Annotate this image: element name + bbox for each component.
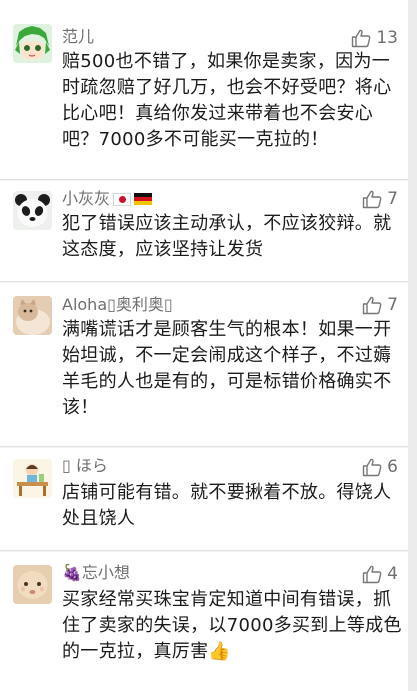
like-count: 6 xyxy=(387,457,398,477)
comment-author[interactable]: 范儿 xyxy=(62,27,94,47)
like-count: 7 xyxy=(387,189,398,209)
comment-text: 满嘴谎话才是顾客生气的根本！如果一开始坦诚，不一定会闹成这个样子，不过薅羊毛的人… xyxy=(62,319,392,418)
comment-card: 小灰灰 7 犯了错误应该主动承认，不应该狡辩。就这态度，应该坚持让发货 xyxy=(0,181,408,282)
thumbs-up-icon xyxy=(362,458,382,476)
thumbs-up-icon xyxy=(362,565,382,583)
comment-author[interactable]: 🍇忘小想 xyxy=(62,563,130,583)
thumbs-up-icon xyxy=(362,296,382,314)
cat-photo-avatar[interactable] xyxy=(13,296,52,335)
comment-card: 范儿 13 赔500也不错了，如果你是卖家，因为一时疏忽赔了好几万，也会不好受吧… xyxy=(0,0,408,180)
like-button[interactable]: 4 xyxy=(362,564,398,584)
comment-text: 店铺可能有错。就不要揪着不放。得饶人处且饶人 xyxy=(62,482,392,529)
like-button[interactable]: 7 xyxy=(362,189,398,209)
author-name: ▯ ほら xyxy=(62,456,108,475)
comment-text: 买家经常买珠宝肯定知道中间有错误，抓住了卖家的失误，以7000多买到上等成色的一… xyxy=(62,589,402,662)
doll-face-avatar[interactable] xyxy=(13,565,52,604)
background-strip xyxy=(408,0,417,691)
comment-text: 赔500也不错了，如果你是卖家，因为一时疏忽赔了好几万，也会不好受吧？将心比心吧… xyxy=(62,51,392,150)
like-count: 4 xyxy=(387,564,398,584)
comment-author[interactable]: 小灰灰 xyxy=(62,189,153,209)
thumbs-up-icon xyxy=(362,190,382,208)
like-button[interactable]: 6 xyxy=(362,457,398,477)
cartoon-desk-avatar[interactable] xyxy=(13,459,52,498)
japan-flag-icon xyxy=(113,192,132,206)
comment-author[interactable]: Aloha▯奥利奥▯ xyxy=(62,295,173,315)
author-name: 小灰灰 xyxy=(62,189,111,208)
green-hair-anime-avatar[interactable] xyxy=(13,24,52,63)
like-count: 7 xyxy=(387,295,398,315)
like-button[interactable]: 7 xyxy=(362,295,398,315)
author-name: 范儿 xyxy=(62,27,95,46)
like-button[interactable]: 13 xyxy=(351,28,398,48)
comment-card: Aloha▯奥利奥▯ 7 满嘴谎话才是顾客生气的根本！如果一开始坦诚，不一定会闹… xyxy=(0,283,408,447)
comment-text: 犯了错误应该主动承认，不应该狡辩。就这态度，应该坚持让发货 xyxy=(62,213,392,260)
author-name: Aloha▯奥利奥▯ xyxy=(62,295,173,314)
panda-avatar[interactable] xyxy=(13,191,52,230)
author-name: 🍇忘小想 xyxy=(62,563,130,582)
comment-card: ▯ ほら 6 店铺可能有错。就不要揪着不放。得饶人处且饶人 xyxy=(0,448,408,551)
comment-card: 🍇忘小想 4 买家经常买珠宝肯定知道中间有错误，抓住了卖家的失误，以7000多买… xyxy=(0,552,408,691)
comment-author[interactable]: ▯ ほら xyxy=(62,456,108,476)
like-count: 13 xyxy=(376,28,398,48)
thumbs-up-icon xyxy=(352,29,371,47)
germany-flag-icon xyxy=(134,192,153,206)
